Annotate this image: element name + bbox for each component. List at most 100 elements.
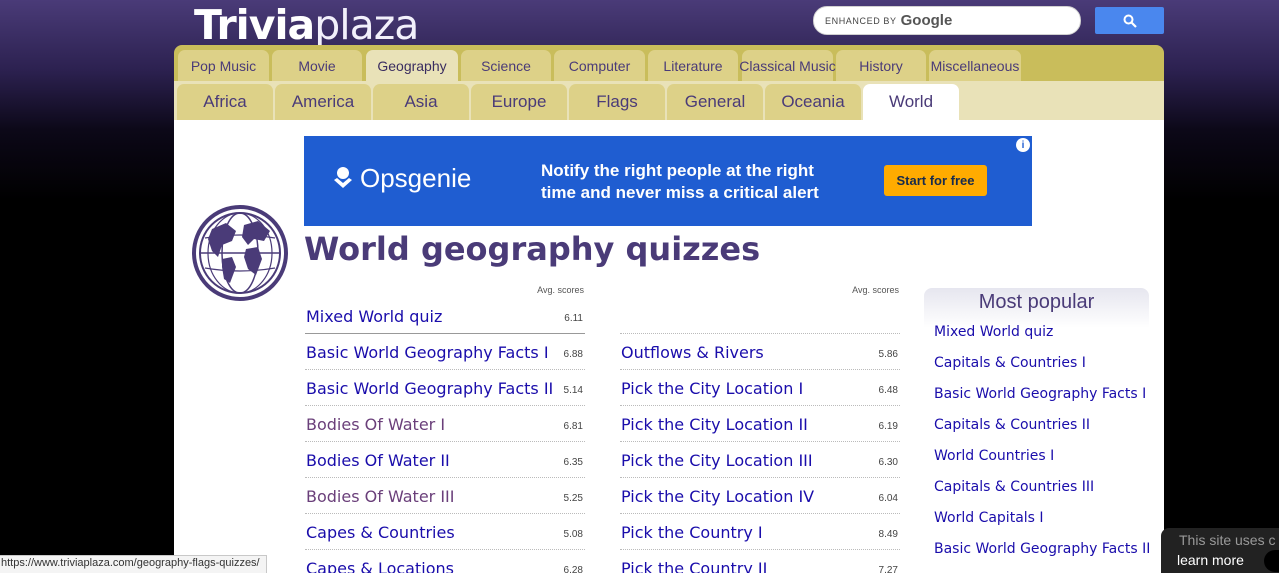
tab-america[interactable]: America — [275, 84, 371, 120]
tab-literature[interactable]: Literature — [648, 50, 738, 81]
tab-oceania[interactable]: Oceania — [765, 84, 861, 120]
quiz-row: Outflows & Rivers 5.86 — [620, 334, 900, 370]
most-popular-panel: Most popular Mixed World quiz Capitals &… — [924, 288, 1150, 573]
quiz-link[interactable]: Capes & Countries — [306, 523, 455, 542]
quiz-avg-score: 6.04 — [878, 493, 898, 504]
quiz-link[interactable]: Pick the City Location III — [621, 451, 813, 470]
tab-miscellaneous[interactable]: Miscellaneous — [929, 50, 1021, 81]
quiz-row: Bodies Of Water III 5.25 — [305, 478, 585, 514]
popular-item[interactable]: Capitals & Countries II — [934, 417, 1090, 433]
cookie-notice: This site uses c learn more — [1161, 528, 1279, 573]
site-logo[interactable]: Triviaplaza — [194, 1, 419, 51]
tab-computer[interactable]: Computer — [554, 50, 645, 81]
quiz-row: Mixed World quiz 6.11 — [305, 299, 585, 334]
quiz-row: Capes & Locations 6.28 — [305, 550, 585, 573]
ad-line-1: Notify the right people at the right — [541, 161, 814, 180]
quiz-row: Basic World Geography Facts II 5.14 — [305, 370, 585, 406]
tab-science[interactable]: Science — [461, 50, 551, 81]
quiz-row: Pick the City Location IV 6.04 — [620, 478, 900, 514]
cookie-learn-more-link[interactable]: learn more — [1177, 552, 1244, 568]
quiz-avg-score: 7.27 — [878, 565, 898, 573]
search-input[interactable]: ENHANCED BY Google — [813, 6, 1081, 35]
tab-label: Literature — [663, 57, 723, 74]
avg-scores-header: Avg. scores — [852, 285, 899, 295]
browser-status-url: https://www.triviaplaza.com/geography-fl… — [0, 555, 267, 573]
tab-africa[interactable]: Africa — [177, 84, 273, 120]
popular-item[interactable]: Basic World Geography Facts I — [934, 386, 1146, 402]
tab-asia[interactable]: Asia — [373, 84, 469, 120]
quiz-link[interactable]: Pick the Country II — [621, 559, 767, 573]
quiz-avg-score: 5.08 — [563, 529, 583, 540]
quiz-link[interactable]: Outflows & Rivers — [621, 343, 764, 362]
tab-movie[interactable]: Movie — [272, 50, 362, 81]
tab-label: America — [291, 92, 355, 111]
tab-label: Classical Music — [739, 57, 836, 74]
tab-geography[interactable]: Geography — [366, 50, 458, 81]
quiz-link[interactable]: Pick the City Location IV — [621, 487, 814, 506]
opsgenie-logo-icon — [334, 166, 352, 188]
quiz-row: Pick the Country I 8.49 — [620, 514, 900, 550]
popular-item[interactable]: Capitals & Countries I — [934, 355, 1086, 371]
tab-general[interactable]: General — [667, 84, 763, 120]
tab-label: Oceania — [781, 92, 845, 111]
ad-message: Notify the right people at the right tim… — [541, 160, 861, 204]
popular-item[interactable]: World Countries I — [934, 448, 1054, 464]
tab-label: Computer — [568, 57, 631, 74]
quiz-avg-score: 6.48 — [878, 385, 898, 396]
page: Triviaplaza ENHANCED BY Google Pop Music… — [0, 0, 1279, 573]
popular-item[interactable]: World Capitals I — [934, 510, 1044, 526]
quiz-link[interactable]: Basic World Geography Facts I — [306, 343, 549, 362]
quiz-row: Pick the City Location II 6.19 — [620, 406, 900, 442]
quiz-avg-score: 6.81 — [563, 421, 583, 432]
tab-classical-music[interactable]: Classical Music — [739, 50, 836, 81]
tab-label: Science — [481, 57, 531, 74]
tab-flags[interactable]: Flags — [569, 84, 665, 120]
quiz-link[interactable]: Capes & Locations — [306, 559, 454, 573]
quiz-avg-score: 6.28 — [563, 565, 583, 573]
quiz-avg-score: 5.25 — [563, 493, 583, 504]
quiz-avg-score: 6.88 — [563, 349, 583, 360]
quiz-link[interactable]: Basic World Geography Facts II — [306, 379, 553, 398]
tab-label: Europe — [491, 92, 547, 111]
ad-banner[interactable]: Opsgenie Notify the right people at the … — [304, 136, 1032, 226]
popular-item[interactable]: Basic World Geography Facts II — [934, 541, 1150, 557]
search-button[interactable] — [1095, 7, 1164, 34]
quiz-list-right: Avg. scores Outflows & Rivers 5.86 Pick … — [620, 285, 900, 573]
ad-brand: Opsgenie — [332, 163, 471, 194]
ad-info-icon[interactable]: i — [1016, 138, 1030, 152]
quiz-row: Bodies Of Water I 6.81 — [305, 406, 585, 442]
tab-label: World — [888, 92, 934, 111]
quiz-avg-score: 6.19 — [878, 421, 898, 432]
popular-item[interactable]: Capitals & Countries III — [934, 479, 1094, 495]
popular-item[interactable]: Mixed World quiz — [934, 324, 1053, 340]
quiz-link[interactable]: Pick the City Location II — [621, 415, 808, 434]
globe-icon — [192, 205, 288, 301]
tab-europe[interactable]: Europe — [471, 84, 567, 120]
quiz-link[interactable]: Bodies Of Water I — [306, 415, 445, 434]
cookie-accept-button[interactable] — [1264, 550, 1279, 572]
tab-history[interactable]: History — [836, 50, 926, 81]
tab-label: History — [859, 57, 903, 74]
quiz-link[interactable]: Pick the City Location I — [621, 379, 803, 398]
quiz-list-left: Avg. scores Mixed World quiz 6.11 Basic … — [305, 285, 585, 573]
tab-label: Asia — [404, 92, 438, 111]
quiz-avg-score: 8.49 — [878, 529, 898, 540]
quiz-row-spacer — [620, 299, 900, 334]
ad-brand-name: Opsgenie — [360, 163, 472, 193]
quiz-link[interactable]: Bodies Of Water II — [306, 451, 450, 470]
quiz-row: Pick the City Location III 6.30 — [620, 442, 900, 478]
tab-world[interactable]: World — [863, 84, 959, 120]
logo-part-trivia: Trivia — [194, 1, 315, 49]
quiz-link[interactable]: Bodies Of Water III — [306, 487, 454, 506]
quiz-avg-score: 6.35 — [563, 457, 583, 468]
ad-cta-button[interactable]: Start for free — [884, 165, 987, 196]
tab-label: Pop Music — [190, 57, 257, 74]
quiz-row: Bodies Of Water II 6.35 — [305, 442, 585, 478]
quiz-link[interactable]: Mixed World quiz — [306, 307, 442, 326]
tab-label: Geography — [377, 57, 447, 74]
tab-pop-music[interactable]: Pop Music — [178, 50, 269, 81]
search-icon — [1123, 14, 1137, 28]
tab-label: Africa — [203, 92, 247, 111]
quiz-link[interactable]: Pick the Country I — [621, 523, 763, 542]
quiz-row: Pick the Country II 7.27 — [620, 550, 900, 573]
